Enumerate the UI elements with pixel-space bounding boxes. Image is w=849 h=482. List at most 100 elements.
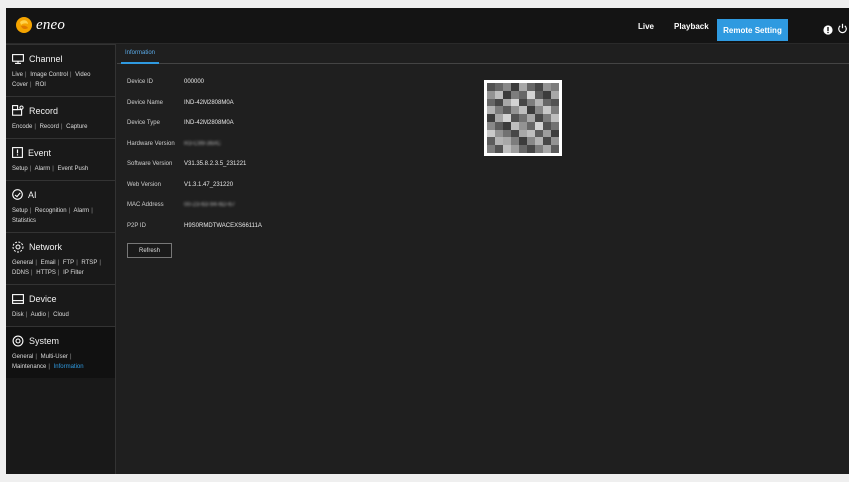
link-separator: | bbox=[48, 364, 50, 370]
info-icon[interactable] bbox=[823, 22, 833, 40]
qr-cell bbox=[551, 83, 559, 91]
qr-cell bbox=[511, 114, 519, 122]
sidebar-link-network-ftp[interactable]: FTP bbox=[63, 260, 74, 266]
sidebar-link-system-multi-user[interactable]: Multi-User bbox=[41, 354, 68, 360]
info-row-value: 000000 bbox=[184, 77, 204, 87]
sidebar-links-record: Encode | Record | Capture bbox=[6, 118, 115, 134]
qr-cell bbox=[503, 145, 511, 153]
power-icon[interactable] bbox=[837, 21, 848, 39]
sidebar-link-ai-recognition[interactable]: Recognition bbox=[35, 208, 67, 214]
sidebar-section-title-device[interactable]: Device bbox=[6, 291, 115, 306]
qr-cell bbox=[535, 106, 543, 115]
link-separator: | bbox=[52, 166, 54, 172]
info-row-label: P2P ID bbox=[127, 222, 146, 229]
sidebar-link-network-ddns[interactable]: DDNS bbox=[12, 270, 29, 276]
sidebar-link-system-general[interactable]: General bbox=[12, 354, 33, 360]
sidebar-link-device-audio[interactable]: Audio bbox=[31, 312, 46, 318]
sidebar-section-title-channel[interactable]: Channel bbox=[6, 51, 115, 66]
sidebar-link-event-event-push[interactable]: Event Push bbox=[58, 166, 89, 172]
sidebar-links-event: Setup | Alarm | Event Push bbox=[6, 160, 115, 176]
tab-information[interactable]: Information bbox=[121, 44, 160, 64]
sidebar-section-title-record[interactable]: Record bbox=[6, 103, 115, 118]
qr-cell bbox=[495, 137, 503, 146]
qr-cell bbox=[511, 137, 519, 146]
sidebar-section-title-system[interactable]: System bbox=[6, 333, 115, 348]
sidebar-link-network-ip-filter[interactable]: IP Filter bbox=[63, 270, 84, 276]
link-separator: | bbox=[29, 208, 32, 214]
event-icon bbox=[12, 147, 28, 158]
refresh-button[interactable]: Refresh bbox=[127, 243, 172, 258]
nav-remote-setting[interactable]: Remote Setting bbox=[717, 19, 788, 41]
eneo-logo-icon bbox=[16, 17, 32, 33]
sidebar-section-record: Record Encode | Record | Capture bbox=[6, 96, 115, 138]
qr-cell bbox=[535, 83, 543, 91]
sidebar-link-channel-live[interactable]: Live bbox=[12, 72, 23, 78]
qr-cell bbox=[511, 83, 519, 91]
link-separator: | bbox=[60, 124, 63, 130]
sidebar-links-system: General | Multi-User | Maintenance | Inform… bbox=[6, 348, 115, 374]
sidebar-link-channel-image-control[interactable]: Image Control bbox=[30, 72, 68, 78]
qr-cell bbox=[503, 121, 511, 130]
system-icon bbox=[12, 335, 29, 347]
sidebar-link-device-disk[interactable]: Disk bbox=[12, 312, 24, 318]
info-row-label: MAC Address bbox=[127, 202, 164, 208]
sidebar-section-title-network[interactable]: Network bbox=[6, 239, 115, 254]
sidebar-link-record-record[interactable]: Record bbox=[40, 124, 59, 130]
main-panel: Information Device ID 000000 Device Name IN… bbox=[117, 44, 849, 474]
sidebar-link-record-capture[interactable]: Capture bbox=[66, 124, 87, 130]
info-row-value-text: V1.3.1.47_231220 bbox=[184, 181, 234, 188]
sidebar-link-ai-alarm[interactable]: Alarm bbox=[74, 208, 90, 214]
info-row-value-text: IND-42M2808M0A bbox=[184, 99, 234, 106]
nav-playback[interactable]: Playback bbox=[674, 22, 709, 31]
qr-cell bbox=[527, 98, 535, 107]
sidebar-link-record-encode[interactable]: Encode bbox=[12, 124, 32, 130]
qr-cell bbox=[535, 137, 543, 146]
qr-cell bbox=[487, 98, 495, 107]
sidebar-link-ai-setup[interactable]: Setup bbox=[12, 208, 28, 214]
sidebar-link-network-https[interactable]: HTTPS bbox=[36, 270, 56, 276]
sidebar-link-network-general[interactable]: General bbox=[12, 260, 33, 266]
info-row-value-text: V31.35.8.2.3.5_231221 bbox=[184, 161, 247, 167]
sidebar-section-title-ai[interactable]: AI bbox=[6, 187, 115, 202]
sidebar-link-event-alarm[interactable]: Alarm bbox=[35, 166, 51, 172]
qr-cell bbox=[551, 129, 559, 138]
qr-cell bbox=[519, 114, 527, 122]
qr-cell bbox=[511, 129, 519, 138]
sidebar-link-channel-roi[interactable]: ROI bbox=[35, 82, 46, 88]
link-separator: | bbox=[69, 354, 72, 360]
qr-cell bbox=[527, 114, 535, 122]
sidebar-link-event-setup[interactable]: Setup bbox=[12, 166, 28, 172]
sidebar-section-title-event[interactable]: Event bbox=[6, 145, 115, 160]
sidebar-link-network-email[interactable]: Email bbox=[41, 260, 56, 266]
qr-cell bbox=[519, 129, 527, 138]
nav-live[interactable]: Live bbox=[638, 22, 654, 31]
qr-cell bbox=[519, 121, 527, 130]
info-row-value: V31.35.8.2.3.5_231221 bbox=[184, 159, 246, 169]
sidebar-link-network-rtsp[interactable]: RTSP bbox=[81, 260, 97, 266]
sidebar-section-label: Record bbox=[29, 105, 59, 116]
qr-cell bbox=[495, 90, 503, 99]
sidebar-link-ai-statistics[interactable]: Statistics bbox=[12, 218, 36, 224]
info-row-value-text: 00-23-63-94-6D-67 bbox=[184, 202, 236, 208]
link-separator: | bbox=[91, 208, 93, 214]
info-row-label: Device Name bbox=[127, 99, 164, 106]
brand-logo: eneo bbox=[15, 16, 65, 34]
qr-cell bbox=[551, 137, 559, 146]
qr-code-pattern bbox=[487, 83, 559, 153]
qr-cell bbox=[519, 106, 527, 115]
qr-cell bbox=[551, 90, 559, 99]
qr-cell bbox=[503, 98, 511, 107]
qr-cell bbox=[511, 121, 519, 130]
qr-cell bbox=[543, 129, 551, 138]
sidebar-link-device-cloud[interactable]: Cloud bbox=[53, 312, 69, 318]
qr-cell bbox=[527, 129, 535, 138]
sidebar-link-system-information[interactable]: Information bbox=[54, 364, 84, 370]
qr-cell bbox=[519, 137, 527, 146]
qr-cell bbox=[527, 121, 535, 130]
sidebar-section-system: System General | Multi-User | Maintenance | … bbox=[6, 326, 115, 378]
sidebar-link-system-maintenance[interactable]: Maintenance bbox=[12, 364, 46, 370]
sidebar-section-label: AI bbox=[28, 189, 37, 200]
link-separator: | bbox=[29, 166, 32, 172]
qr-cell bbox=[543, 114, 551, 122]
qr-cell bbox=[543, 145, 551, 153]
